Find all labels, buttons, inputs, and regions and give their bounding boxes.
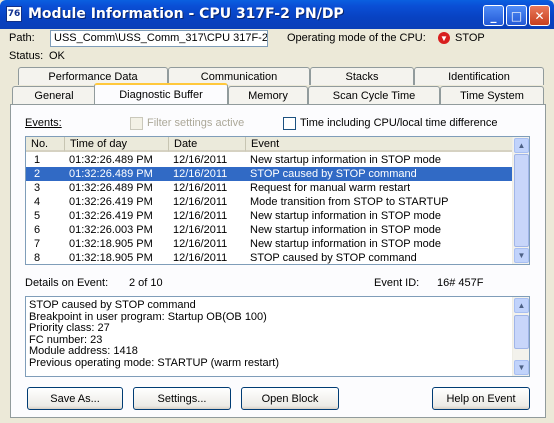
row-time: 01:32:18.905 PM: [69, 252, 153, 264]
row-date: 12/16/2011: [173, 252, 228, 264]
table-row[interactable]: 8 01:32:18.905 PM 12/16/2011 STOP caused…: [26, 251, 514, 264]
scroll-down-icon[interactable]: ▼: [514, 248, 529, 263]
row-no: 6: [34, 224, 41, 236]
row-time: 01:32:26.489 PM: [69, 154, 153, 166]
stop-icon: ▼: [438, 32, 450, 44]
row-event: New startup information in STOP mode: [250, 210, 441, 222]
column-header-date[interactable]: Date: [169, 137, 246, 152]
siemens-module-icon[interactable]: 76: [6, 6, 22, 22]
scroll-up-icon[interactable]: ▲: [514, 138, 529, 153]
event-details-text[interactable]: STOP caused by STOP command Breakpoint i…: [25, 296, 530, 377]
table-row[interactable]: 4 01:32:26.419 PM 12/16/2011 Mode transi…: [26, 195, 514, 209]
row-date: 12/16/2011: [173, 196, 228, 208]
scroll-thumb[interactable]: [514, 154, 529, 247]
table-row[interactable]: 5 01:32:26.419 PM 12/16/2011 New startup…: [26, 209, 514, 223]
path-label: Path:: [9, 32, 35, 44]
filter-settings-checkbox[interactable]: [130, 117, 143, 130]
row-no: 2: [34, 168, 41, 180]
row-event: New startup information in STOP mode: [250, 238, 441, 250]
table-row[interactable]: 3 01:32:26.489 PM 12/16/2011 Request for…: [26, 181, 514, 195]
row-time: 01:32:26.003 PM: [69, 224, 153, 236]
row-time: 01:32:26.489 PM: [69, 182, 153, 194]
row-time: 01:32:18.905 PM: [69, 238, 153, 250]
table-row[interactable]: 7 01:32:18.905 PM 12/16/2011 New startup…: [26, 237, 514, 251]
filter-settings-label: Filter settings active: [147, 117, 245, 129]
events-table[interactable]: No. Time of day Date Event 1 01:32:26.48…: [25, 136, 530, 265]
open-block-button[interactable]: Open Block: [241, 387, 339, 410]
details-scrollbar[interactable]: ▲ ▼: [512, 297, 529, 376]
save-as-button[interactable]: Save As...: [27, 387, 123, 410]
details-counter: 2 of 10: [129, 277, 163, 289]
details-label: Details on Event:: [25, 277, 109, 289]
row-event: New startup information in STOP mode: [250, 224, 441, 236]
row-time: 01:32:26.419 PM: [69, 196, 153, 208]
row-no: 3: [34, 182, 41, 194]
event-id-label: Event ID:: [374, 277, 420, 289]
details-line: Priority class: 27: [29, 322, 110, 335]
row-date: 12/16/2011: [173, 238, 228, 250]
maximize-button[interactable]: □: [506, 5, 527, 26]
tab-general[interactable]: General: [12, 86, 96, 104]
row-event: Mode transition from STOP to STARTUP: [250, 196, 449, 208]
time-cpu-checkbox[interactable]: [283, 117, 296, 130]
row-date: 12/16/2011: [173, 182, 228, 194]
status-label: Status:: [9, 50, 44, 62]
minimize-button[interactable]: _: [483, 5, 504, 26]
scroll-thumb[interactable]: [514, 315, 529, 349]
tab-identification[interactable]: Identification: [414, 67, 544, 85]
help-on-event-button[interactable]: Help on Event: [432, 387, 530, 410]
row-time: 01:32:26.419 PM: [69, 210, 153, 222]
column-header-event[interactable]: Event: [246, 137, 514, 152]
details-line: STOP caused by STOP command: [29, 299, 196, 311]
events-label: Events:: [25, 117, 62, 129]
events-scrollbar[interactable]: ▲ ▼: [512, 137, 529, 264]
tab-memory[interactable]: Memory: [228, 86, 308, 104]
table-row[interactable]: 6 01:32:26.003 PM 12/16/2011 New startup…: [26, 223, 514, 237]
tab-time-system[interactable]: Time System: [440, 86, 544, 104]
tab-stacks[interactable]: Stacks: [310, 67, 414, 85]
window-title: Module Information - CPU 317F-2 PN/DP: [28, 6, 344, 22]
row-date: 12/16/2011: [173, 154, 228, 166]
row-date: 12/16/2011: [173, 224, 228, 236]
close-button[interactable]: ✕: [529, 5, 550, 26]
row-no: 5: [34, 210, 41, 222]
path-field[interactable]: USS_Comm\USS_Comm_317\CPU 317F-2 P: [50, 30, 268, 47]
operating-mode-value: STOP: [455, 32, 485, 44]
tab-diagnostic-buffer[interactable]: Diagnostic Buffer: [94, 83, 228, 104]
details-line: Previous operating mode: STARTUP (warm r…: [29, 356, 280, 369]
row-time: 01:32:26.489 PM: [69, 168, 153, 180]
tab-scan-cycle-time[interactable]: Scan Cycle Time: [308, 86, 440, 104]
row-no: 8: [34, 252, 41, 264]
scroll-up-icon[interactable]: ▲: [514, 298, 529, 313]
row-date: 12/16/2011: [173, 210, 228, 222]
table-row[interactable]: 2 01:32:26.489 PM 12/16/2011 STOP caused…: [26, 167, 514, 181]
row-event: New startup information in STOP mode: [250, 154, 441, 166]
row-event: STOP caused by STOP command: [250, 252, 417, 264]
row-no: 7: [34, 238, 41, 250]
status-value: OK: [49, 50, 65, 62]
column-header-time[interactable]: Time of day: [65, 137, 169, 152]
scroll-down-icon[interactable]: ▼: [514, 360, 529, 375]
time-cpu-label: Time including CPU/local time difference: [300, 117, 498, 129]
row-date: 12/16/2011: [173, 168, 228, 180]
row-event: Request for manual warm restart: [250, 182, 411, 194]
column-header-no[interactable]: No.: [26, 137, 65, 152]
event-id-value: 16# 457F: [437, 277, 484, 289]
row-event: STOP caused by STOP command: [250, 168, 417, 180]
operating-mode-label: Operating mode of the CPU:: [287, 32, 426, 44]
row-no: 1: [34, 154, 41, 166]
settings-button[interactable]: Settings...: [133, 387, 231, 410]
row-no: 4: [34, 196, 41, 208]
table-row[interactable]: 1 01:32:26.489 PM 12/16/2011 New startup…: [26, 153, 514, 167]
